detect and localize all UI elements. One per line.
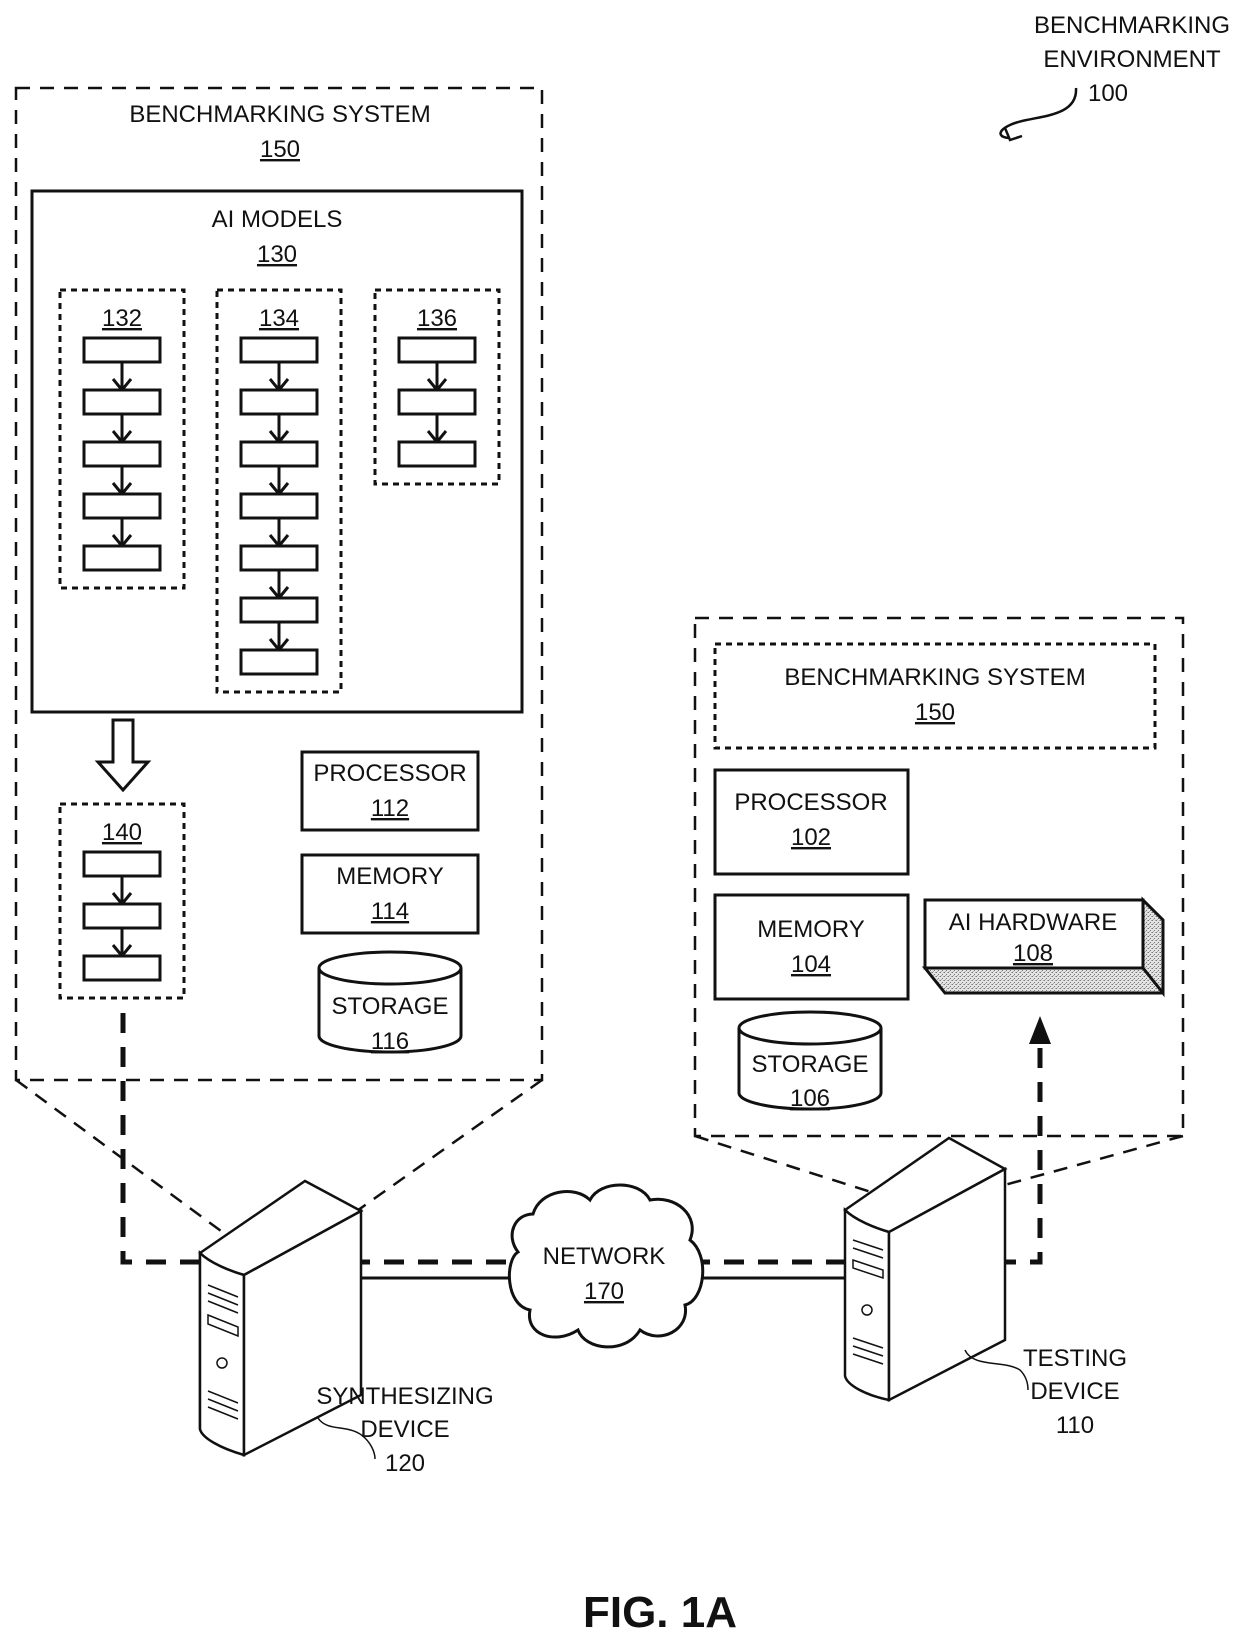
model-140-layer [82, 902, 162, 930]
model-136-layer [397, 388, 477, 416]
environment-label: BENCHMARKING ENVIRONMENT 100 [999, 12, 1230, 142]
processor-102-ref: 102 [791, 824, 831, 851]
test-panel-projection-left [694, 1134, 897, 1202]
storage-116-top [317, 950, 463, 986]
model-140-layer [82, 954, 162, 982]
test-system-box [713, 642, 1157, 750]
storage-116-label: STORAGE [332, 993, 449, 1020]
model-132-layer [82, 492, 162, 520]
network-label: NETWORK [543, 1243, 666, 1270]
model-136-ref: 136 [417, 305, 457, 332]
test-device-ref: 110 [1056, 1412, 1094, 1439]
synthesis-down-arrow-icon [94, 718, 152, 793]
synth-device-label-line2: DEVICE [360, 1416, 449, 1443]
storage-106-label: STORAGE [752, 1051, 869, 1078]
benchmarking-environment-diagram: BENCHMARKING ENVIRONMENT 100 BENCHMARKIN… [14, 12, 1230, 1637]
synth-device-ref: 120 [385, 1450, 425, 1477]
environment-ref: 100 [1088, 80, 1128, 107]
storage-116-ref: 116 [371, 1028, 409, 1055]
synthesizing-system-panel: BENCHMARKING SYSTEM 150 AI MODELS 130 13… [14, 86, 544, 1082]
figure-label: FIG. 1A [583, 1588, 737, 1637]
model-132-layer [82, 544, 162, 572]
ai-models-label: AI MODELS [212, 206, 343, 233]
processor-112-label: PROCESSOR [313, 760, 466, 787]
synth-device-label-line1: SYNTHESIZING [316, 1383, 493, 1410]
ai-hardware-108: AI HARDWARE 108 [921, 896, 1165, 998]
test-device-label-line2: DEVICE [1030, 1378, 1119, 1405]
testing-device-server-icon [843, 1136, 1029, 1403]
model-134-layer [239, 336, 319, 364]
environment-pointer-arrow [999, 87, 1078, 140]
model-134-layer [239, 596, 319, 624]
model-134-layer [239, 544, 319, 572]
model-132-layer [82, 388, 162, 416]
synthesized-model: 140 [58, 802, 186, 1000]
storage-106-top [737, 1010, 883, 1046]
storage-106-ref: 106 [790, 1085, 830, 1112]
model-132-layer [82, 336, 162, 364]
model-134-layer [239, 648, 319, 676]
ai-hardware-front-face [921, 966, 1165, 995]
synth-system-label: BENCHMARKING SYSTEM [129, 101, 430, 128]
memory-104-ref: 104 [791, 951, 831, 978]
model-134-layer [239, 492, 319, 520]
ai-hardware-label: AI HARDWARE [949, 909, 1117, 936]
model-134-layer [239, 440, 319, 468]
synth-server-front [198, 1249, 246, 1457]
ai-models-ref: 130 [257, 241, 297, 268]
model-132-layer [82, 440, 162, 468]
environment-title-line2: ENVIRONMENT [1043, 46, 1221, 73]
processor-102-box [713, 768, 910, 876]
model-134-layer [239, 388, 319, 416]
test-system-ref: 150 [915, 699, 955, 726]
network-170-cloud: NETWORK 170 [507, 1183, 705, 1349]
model-140-layer [82, 850, 162, 878]
model-140-ref: 140 [102, 819, 142, 846]
model-136-layer [397, 336, 477, 364]
processor-112-ref: 112 [371, 795, 409, 822]
memory-114-label: MEMORY [336, 863, 444, 890]
test-system-label: BENCHMARKING SYSTEM [784, 664, 1085, 691]
memory-104-box [713, 893, 910, 1001]
ai-hardware-ref: 108 [1013, 940, 1053, 967]
model-134-ref: 134 [259, 305, 299, 332]
synth-system-ref: 150 [260, 136, 300, 163]
testing-system-panel: BENCHMARKING SYSTEM 150 PROCESSOR 102 ME… [693, 616, 1185, 1138]
processor-102-label: PROCESSOR [734, 789, 887, 816]
network-ref: 170 [584, 1278, 624, 1305]
storage-106-cylinder: STORAGE 106 [737, 1010, 883, 1112]
memory-114-ref: 114 [371, 898, 409, 925]
model-132-ref: 132 [102, 305, 142, 332]
test-device-label-line1: TESTING [1023, 1345, 1127, 1372]
environment-title-line1: BENCHMARKING [1034, 12, 1230, 39]
ai-hardware-arrowhead-icon [1029, 1016, 1051, 1044]
model-136-layer [397, 440, 477, 468]
synth-panel-projection-left [15, 1078, 241, 1247]
storage-116-cylinder: STORAGE 116 [317, 950, 463, 1055]
memory-104-label: MEMORY [757, 916, 865, 943]
